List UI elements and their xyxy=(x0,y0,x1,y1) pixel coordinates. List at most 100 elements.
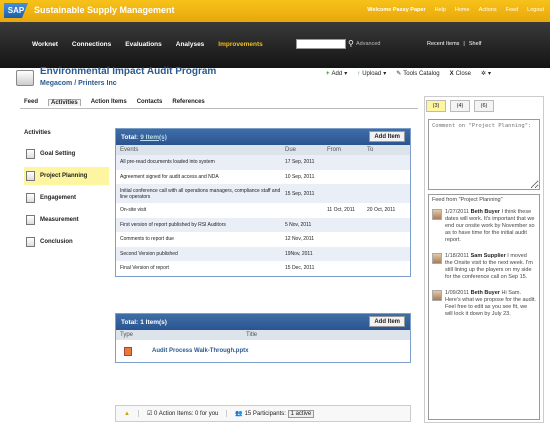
sidebar-item-engagement[interactable]: Engagement xyxy=(24,189,109,207)
tab-divider xyxy=(20,108,418,109)
col-type: Type xyxy=(116,330,166,340)
sidebar-item-project-planning[interactable]: Project Planning xyxy=(24,167,109,185)
cell-due xyxy=(281,203,323,218)
settings-button[interactable]: ✲ ▾ xyxy=(481,70,491,77)
tab-contacts[interactable]: Contacts xyxy=(137,99,163,106)
participants-status[interactable]: 👥 15 Participants: 1 active xyxy=(226,410,322,418)
action-items-status[interactable]: ☑ 0 Action Items: 0 for you xyxy=(137,410,226,417)
action-items-label: 0 Action Items: xyxy=(154,411,194,417)
sidebar-item-label: Goal Setting xyxy=(40,151,76,157)
search-input[interactable] xyxy=(296,39,346,49)
upload-icon: ↑ xyxy=(357,70,361,77)
sap-logo: SAP xyxy=(4,3,28,18)
cell-to xyxy=(363,155,410,170)
feed-author[interactable]: Beth Buyer xyxy=(471,209,500,215)
tab-documents[interactable]: (4) xyxy=(450,100,470,112)
table-row[interactable]: On-site visit 11 Oct, 2011 20 Oct, 2011 xyxy=(116,203,410,218)
nav-connections[interactable]: Connections xyxy=(72,41,111,48)
attachment-title-link[interactable]: Audit Process Walk-Through.pptx xyxy=(152,348,248,354)
avatar xyxy=(432,290,442,301)
actions-link[interactable]: Actions xyxy=(479,7,497,13)
table-row[interactable]: Agreement signed for audit access and ND… xyxy=(116,170,410,185)
sidebar-item-conclusion[interactable]: Conclusion xyxy=(24,233,109,251)
checkbox-icon: ☑ xyxy=(146,411,153,417)
cell-to xyxy=(363,261,410,276)
items-panel-header: Total: 1 Item(s) Add Item xyxy=(116,314,410,330)
sidebar-item-label: Project Planning xyxy=(40,173,88,179)
feed-author[interactable]: Sam Supplier xyxy=(471,253,506,259)
table-row[interactable]: All pre-read documents loaded into syste… xyxy=(116,155,410,170)
nav-analyses[interactable]: Analyses xyxy=(176,41,205,48)
document-icon xyxy=(26,237,35,247)
pptx-file-icon xyxy=(124,346,132,356)
cell-event: All pre-read documents loaded into syste… xyxy=(116,155,281,170)
tab-comments[interactable]: (3) xyxy=(426,100,446,112)
cell-due: 15 Sep, 2011 xyxy=(281,184,323,203)
add-item-button[interactable]: Add Item xyxy=(369,316,405,327)
sidebar-heading: Activities xyxy=(24,130,51,136)
table-row[interactable]: First version of report published by RSI… xyxy=(116,217,410,232)
add-menu-button[interactable]: + Add ▾ xyxy=(326,70,347,78)
tab-references[interactable]: References xyxy=(172,99,204,106)
events-table: Events Due From To All pre-read document… xyxy=(116,145,410,276)
cell-event: Second Version published xyxy=(116,246,281,261)
total-label: Total: xyxy=(121,133,139,141)
comment-field[interactable] xyxy=(428,119,540,190)
cell-to: 20 Oct, 2011 xyxy=(367,207,396,214)
home-link[interactable]: Home xyxy=(455,7,470,13)
logout-link[interactable]: Logout xyxy=(527,7,544,13)
user-links: Welcome Passy Paper Help Home Actions Fe… xyxy=(367,7,544,13)
feed-date: 1/27/2011 xyxy=(445,209,470,215)
search-icon[interactable]: ⚲ xyxy=(348,39,354,48)
col-title: Title xyxy=(166,330,410,340)
document-icon xyxy=(26,149,35,159)
shelf-link[interactable]: Shelf xyxy=(469,41,482,47)
feed-date: 1/09/2011 xyxy=(445,290,470,296)
tools-catalog-button[interactable]: ✎ Tools Catalog xyxy=(396,70,439,78)
table-row[interactable]: Initial conference call with all operati… xyxy=(116,184,410,203)
cell-due: 12 Nov, 2011 xyxy=(285,236,315,243)
advanced-search-link[interactable]: Advanced xyxy=(356,41,380,47)
events-count-link[interactable]: 9 Item(s) xyxy=(140,134,167,141)
participants-label: 15 Participants: xyxy=(244,411,286,417)
sidebar-item-goal-setting[interactable]: Goal Setting xyxy=(24,145,109,163)
close-label: Close xyxy=(455,70,471,77)
sidebar-item-measurement[interactable]: Measurement xyxy=(24,211,109,229)
close-button[interactable]: X Close xyxy=(450,70,471,77)
feed-item: 1/27/2011 Beth Buyer I think these dates… xyxy=(432,209,536,244)
header-actions: + Add ▾ ↑ Upload ▾ ✎ Tools Catalog X Close ✲ ▾ xyxy=(326,70,491,78)
nav-improvements[interactable]: Improvements xyxy=(218,41,262,48)
items-count: 1 Item(s) xyxy=(140,318,167,326)
top-bar: SAP Sustainable Supply Management Welcom… xyxy=(0,0,550,22)
tab-feed[interactable]: Feed xyxy=(24,99,38,106)
recent-items-link[interactable]: Recent Items xyxy=(427,41,459,47)
cell-from xyxy=(323,217,363,232)
tab-attachments[interactable]: (6) xyxy=(474,100,494,112)
avatar xyxy=(432,209,442,220)
nav-bar: Worknet Connections Evaluations Analyses… xyxy=(0,22,550,68)
col-due: Due xyxy=(281,145,323,155)
attachment-row[interactable]: Audit Process Walk-Through.pptx xyxy=(116,340,410,362)
feed-item: 1/18/2011 Sam Supplier I moved the Onsit… xyxy=(432,253,536,281)
col-from: From xyxy=(323,145,363,155)
tab-activities[interactable]: Activities xyxy=(48,99,81,106)
feed-link[interactable]: Feed xyxy=(506,7,519,13)
feed-author[interactable]: Beth Buyer xyxy=(471,290,500,296)
tab-action-items[interactable]: Action Items xyxy=(91,99,127,106)
cell-due: 10 Sep, 2011 xyxy=(285,173,315,180)
table-row[interactable]: Comments to report due 12 Nov, 2011 xyxy=(116,232,410,247)
close-icon: X xyxy=(449,70,454,77)
active-count-badge[interactable]: 1 active xyxy=(287,410,315,418)
page-subtitle-link[interactable]: Megacom / Printers Inc xyxy=(40,80,117,87)
table-row[interactable]: Second Version published 19Nov, 2011 xyxy=(116,246,410,261)
cell-to xyxy=(363,170,410,185)
table-row[interactable]: Final Version of report 15 Dec, 2011 xyxy=(116,261,410,276)
add-event-button[interactable]: Add Item xyxy=(369,131,405,142)
feed-title: Feed from "Project Planning" xyxy=(432,197,503,203)
col-to: To xyxy=(363,145,410,155)
nav-evaluations[interactable]: Evaluations xyxy=(125,41,161,48)
help-link[interactable]: Help xyxy=(435,7,446,13)
upload-menu-button[interactable]: ↑ Upload ▾ xyxy=(357,70,386,78)
nav-divider: | xyxy=(463,41,465,47)
nav-worknet[interactable]: Worknet xyxy=(32,41,58,48)
